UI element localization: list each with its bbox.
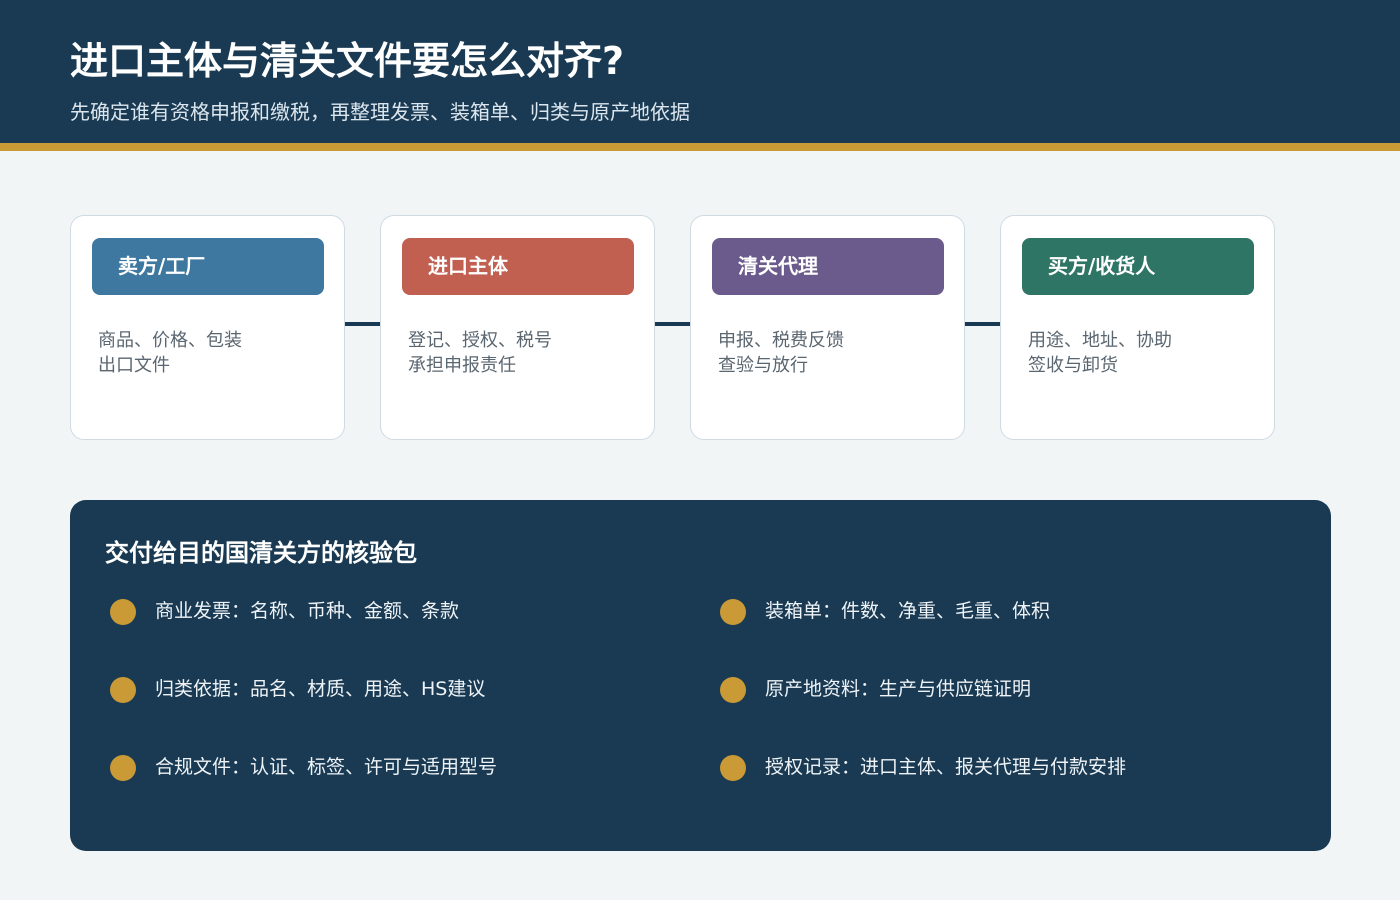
flow-card-line: 用途、地址、协助: [1028, 330, 1172, 351]
flow-connector: [965, 322, 1001, 326]
checklist-title: 交付给目的国清关方的核验包: [105, 539, 417, 567]
checklist-item-text: 商业发票：名称、币种、金额、条款: [155, 600, 460, 622]
flow-card-line: 商品、价格、包装: [98, 330, 242, 351]
flow-card-line: 查验与放行: [718, 355, 808, 376]
flow-card-line: 承担申报责任: [408, 355, 516, 376]
flow-card-label: 清关代理: [712, 238, 944, 295]
flow-card-buyer: 买方/收货人 用途、地址、协助 签收与卸货: [1000, 215, 1275, 440]
bullet-dot-icon: [110, 755, 136, 781]
header: 进口主体与清关文件要怎么对齐? 先确定谁有资格申报和缴税，再整理发票、装箱单、归…: [0, 0, 1400, 143]
flow-connector: [655, 322, 691, 326]
flow-card-seller: 卖方/工厂 商品、价格、包装 出口文件: [70, 215, 345, 440]
bullet-dot-icon: [720, 599, 746, 625]
checklist-item-text: 装箱单：件数、净重、毛重、体积: [765, 600, 1051, 622]
flow-card-label: 进口主体: [402, 238, 634, 295]
flow-connector: [345, 322, 381, 326]
bullet-dot-icon: [720, 677, 746, 703]
checklist-item-text: 授权记录：进口主体、报关代理与付款安排: [765, 756, 1127, 778]
page-subtitle: 先确定谁有资格申报和缴税，再整理发票、装箱单、归类与原产地依据: [70, 100, 690, 124]
flow-card-line: 登记、授权、税号: [408, 330, 552, 351]
checklist-item-text: 合规文件：认证、标签、许可与适用型号: [155, 756, 498, 778]
flow-card-body: 商品、价格、包装 出口文件: [98, 328, 328, 378]
flow-card-importer: 进口主体 登记、授权、税号 承担申报责任: [380, 215, 655, 440]
flow-card-body: 申报、税费反馈 查验与放行: [718, 328, 948, 378]
flow-card-body: 登记、授权、税号 承担申报责任: [408, 328, 638, 378]
flow-card-customs-agent: 清关代理 申报、税费反馈 查验与放行: [690, 215, 965, 440]
bullet-dot-icon: [110, 677, 136, 703]
header-accent-bar: [0, 143, 1400, 151]
page-title: 进口主体与清关文件要怎么对齐?: [70, 39, 625, 83]
flow-card-label: 卖方/工厂: [92, 238, 324, 295]
flow-card-line: 签收与卸货: [1028, 355, 1118, 376]
flow-card-line: 出口文件: [98, 355, 170, 376]
checklist-item-text: 归类依据：品名、材质、用途、HS建议: [155, 678, 486, 700]
bullet-dot-icon: [110, 599, 136, 625]
checklist-item-text: 原产地资料：生产与供应链证明: [765, 678, 1032, 700]
flow-card-body: 用途、地址、协助 签收与卸货: [1028, 328, 1258, 378]
flow-card-label: 买方/收货人: [1022, 238, 1254, 295]
flow-card-line: 申报、税费反馈: [718, 330, 844, 351]
checklist-panel: 交付给目的国清关方的核验包 商业发票：名称、币种、金额、条款 装箱单：件数、净重…: [70, 500, 1331, 851]
bullet-dot-icon: [720, 755, 746, 781]
